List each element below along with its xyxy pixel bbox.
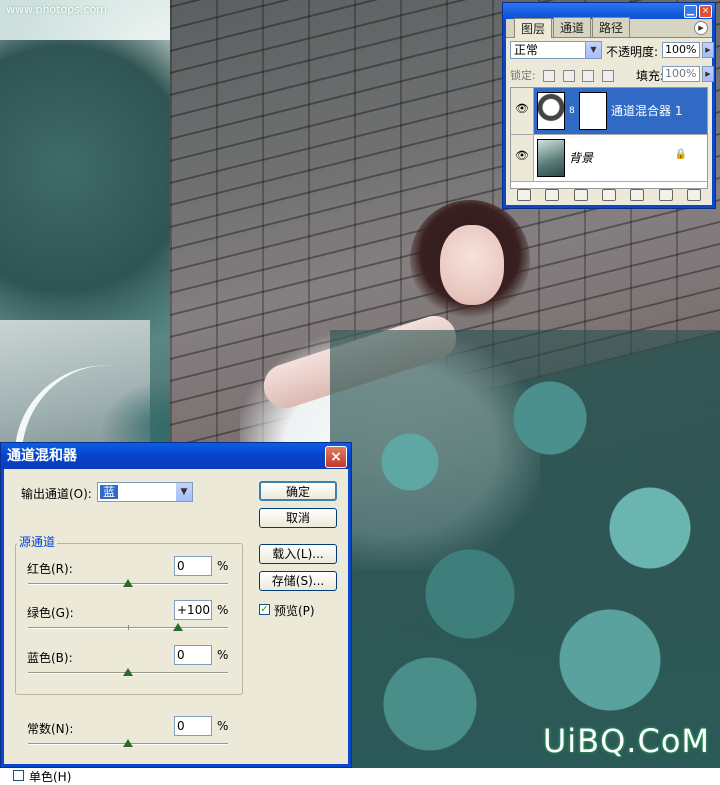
close-button[interactable]: ×	[699, 5, 712, 18]
link-icon: 8	[569, 106, 575, 116]
monochrome-checkbox[interactable]	[13, 770, 24, 781]
slider-center-tick	[128, 625, 129, 630]
adjustment-icon[interactable]	[601, 189, 616, 201]
cancel-button[interactable]: 取消	[259, 508, 337, 528]
layer-style-icon[interactable]	[545, 189, 560, 201]
opacity-input[interactable]: 100%	[662, 42, 700, 58]
tab-paths[interactable]: 路径	[592, 17, 631, 37]
blue-label: 蓝色(B):	[27, 651, 73, 665]
red-percent: %	[217, 559, 229, 573]
blue-input[interactable]: 0	[174, 645, 212, 665]
link-layers-icon[interactable]	[517, 189, 532, 201]
trash-icon[interactable]	[686, 189, 701, 201]
palette-menu-icon[interactable]: ▶	[694, 21, 708, 35]
watermark-logo: UiBQ.CoM	[542, 722, 710, 760]
layer-row-channel-mixer[interactable]: 👁 8 通道混合器 1	[511, 88, 707, 135]
fill-label: 填充:	[636, 69, 665, 83]
photo-thumbnail	[537, 139, 565, 177]
constant-label: 常数(N):	[27, 722, 74, 736]
opacity-arrow-icon[interactable]: ▶	[702, 42, 714, 58]
lock-icon: 🔒	[674, 149, 687, 160]
green-slider-thumb[interactable]	[173, 623, 183, 631]
constant-input[interactable]: 0	[174, 716, 212, 736]
preview-checkbox[interactable]: ✓	[259, 604, 270, 615]
monochrome-label: 单色(H)	[29, 770, 72, 784]
source-channels-title: 源通道	[17, 533, 58, 550]
preview-label: 预览(P)	[274, 604, 315, 618]
layer-name[interactable]: 背景	[569, 149, 593, 166]
lock-brush-icon[interactable]	[562, 70, 575, 82]
layer-name[interactable]: 通道混合器 1	[611, 102, 682, 119]
lock-move-icon[interactable]	[582, 70, 595, 82]
lock-label: 锁定:	[510, 69, 536, 82]
add-mask-icon[interactable]	[573, 189, 588, 201]
watermark-url: www.photops.com	[6, 3, 107, 16]
channel-mixer-dialog: 通道混和器 × 输出通道(O): 蓝 ▼ 源通道 红色(R): 0 % 绿色(G…	[0, 442, 352, 784]
fill-arrow-icon[interactable]: ▶	[702, 66, 714, 82]
lock-all-icon[interactable]	[601, 70, 614, 82]
blue-percent: %	[217, 648, 229, 662]
load-button[interactable]: 载入(L)...	[259, 544, 337, 564]
constant-slider-thumb[interactable]	[123, 739, 133, 747]
palette-tabs: 图层 通道 路径 ▶	[506, 17, 712, 38]
green-input[interactable]: +100	[174, 600, 212, 620]
layer-row-background[interactable]: 👁 背景 🔒	[511, 135, 707, 182]
output-channel-select[interactable]: 蓝 ▼	[97, 482, 193, 502]
new-group-icon[interactable]	[630, 189, 645, 201]
green-label: 绿色(G):	[27, 606, 74, 620]
tab-channels[interactable]: 通道	[553, 17, 592, 37]
eye-icon[interactable]: 👁	[513, 100, 531, 118]
palette-toolbar	[510, 187, 708, 203]
minimize-button[interactable]: ▁	[684, 5, 697, 18]
layer-mask-thumbnail	[579, 92, 607, 130]
chevron-down-icon[interactable]: ▼	[176, 483, 192, 501]
layer-list: 👁 8 通道混合器 1 👁 背景 🔒	[510, 87, 708, 189]
blend-mode-value: 正常	[514, 43, 539, 57]
lock-transparent-icon[interactable]	[543, 70, 556, 82]
constant-percent: %	[217, 719, 229, 733]
tab-layers[interactable]: 图层	[514, 18, 553, 38]
chevron-down-icon[interactable]: ▼	[585, 42, 601, 58]
new-layer-icon[interactable]	[658, 189, 673, 201]
red-label: 红色(R):	[27, 562, 73, 576]
fill-input[interactable]: 100%	[662, 66, 700, 82]
red-input[interactable]: 0	[174, 556, 212, 576]
adjustment-layer-icon	[537, 92, 565, 130]
foliage	[330, 330, 720, 768]
layers-palette: ▁ × 图层 通道 路径 ▶ 正常 ▼ 不透明度: 100% ▶ 锁定: 填充:…	[502, 2, 716, 209]
dialog-title: 通道混和器	[7, 448, 77, 464]
blend-mode-select[interactable]: 正常 ▼	[510, 41, 602, 59]
output-channel-value: 蓝	[100, 485, 119, 499]
green-percent: %	[217, 603, 229, 617]
woman-face	[440, 225, 504, 305]
eye-icon[interactable]: 👁	[513, 147, 531, 165]
blue-slider-thumb[interactable]	[123, 668, 133, 676]
red-slider-thumb[interactable]	[123, 579, 133, 587]
close-icon[interactable]: ×	[325, 446, 347, 468]
ok-button[interactable]: 确定	[259, 481, 337, 501]
output-channel-label: 输出通道(O):	[21, 487, 92, 501]
opacity-label: 不透明度:	[606, 45, 659, 59]
save-button[interactable]: 存储(S)...	[259, 571, 337, 591]
dialog-titlebar[interactable]: 通道混和器 ×	[1, 443, 351, 469]
